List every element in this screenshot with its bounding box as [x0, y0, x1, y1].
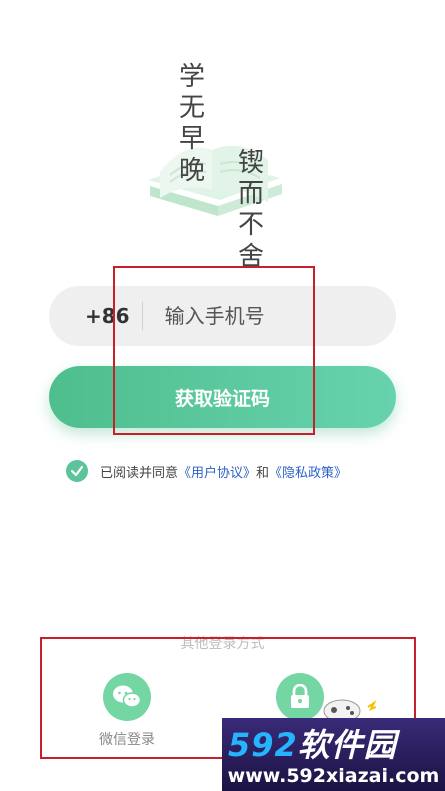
- slogan-char: 早: [178, 124, 205, 155]
- wechat-login-label: 微信登录: [99, 732, 155, 748]
- slogan-line-1: 学 无 早 晚: [177, 62, 207, 187]
- user-agreement-link[interactable]: 《用户协议》: [178, 462, 256, 481]
- slogan-char: 晚: [178, 155, 205, 186]
- watermark-brand: 592软件园: [228, 720, 397, 766]
- slogan-char: 而: [237, 179, 264, 210]
- wechat-icon[interactable]: [103, 673, 151, 721]
- agreement-row: 已阅读并同意 《用户协议》 和 《隐私政策》: [66, 459, 347, 483]
- phone-input[interactable]: [162, 303, 367, 329]
- phone-input-box: +86: [49, 286, 396, 346]
- check-icon: [70, 465, 84, 477]
- lock-icon[interactable]: [276, 673, 324, 721]
- slogan-char: 无: [178, 93, 205, 124]
- agreement-prefix: 已阅读并同意: [100, 465, 179, 481]
- watermark-url: www.592xiazai.com: [227, 765, 440, 787]
- watermark-brand-text: 软件园: [297, 726, 397, 764]
- other-login-title: 其他登录方式: [180, 636, 265, 652]
- agree-checkbox[interactable]: [66, 460, 88, 482]
- get-code-button[interactable]: 获取验证码: [49, 366, 396, 428]
- slogan-char: 学: [178, 62, 205, 92]
- hero-illustration: 学 无 早 晚 锲 而 不 舍: [0, 0, 445, 285]
- slogan-line-2: 锲 而 不 舍: [236, 148, 266, 273]
- slogan-char: 舍: [237, 241, 264, 272]
- slogan-char: 锲: [237, 148, 264, 178]
- country-code[interactable]: +86: [85, 304, 130, 328]
- agreement-conj: 和: [256, 465, 270, 481]
- input-divider: [141, 302, 143, 330]
- slogan-char: 不: [237, 210, 264, 241]
- privacy-policy-link[interactable]: 《隐私政策》: [269, 462, 347, 481]
- wechat-login-option[interactable]: 微信登录: [77, 673, 177, 749]
- watermark-logo: 592软件园 www.592xiazai.com: [222, 718, 445, 791]
- book-illustration: [148, 145, 282, 216]
- watermark-brand-num: 592: [228, 726, 298, 764]
